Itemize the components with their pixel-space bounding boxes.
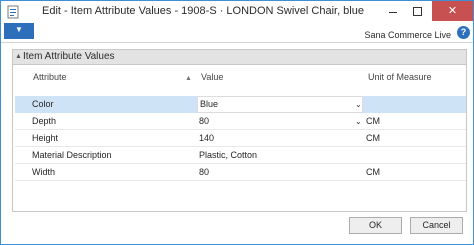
unit-cell: CM bbox=[366, 133, 380, 143]
close-icon: ✕ bbox=[447, 5, 458, 17]
unit-cell: CM bbox=[366, 116, 380, 126]
title-bar[interactable]: Edit - Item Attribute Values - 1908-S · … bbox=[1, 1, 473, 23]
table-row[interactable]: Color Blue ⌄ bbox=[15, 96, 466, 113]
attribute-cell: Depth bbox=[32, 116, 57, 126]
section-header[interactable]: ▲ Item Attribute Values bbox=[13, 50, 466, 65]
attribute-cell: Width bbox=[32, 167, 56, 177]
cancel-button[interactable]: Cancel bbox=[410, 217, 463, 234]
value-cell[interactable]: 80 bbox=[199, 116, 209, 126]
table-row[interactable]: Material Description Plastic, Cotton bbox=[15, 147, 466, 164]
value-cell[interactable]: 140 bbox=[199, 133, 214, 143]
dialog-window: Edit - Item Attribute Values - 1908-S · … bbox=[0, 0, 474, 245]
column-header-attribute[interactable]: Attribute bbox=[33, 72, 67, 82]
minimize-button[interactable] bbox=[382, 3, 404, 19]
value-field[interactable]: Blue bbox=[197, 96, 363, 113]
table-row[interactable]: Depth 80 ⌄ CM bbox=[15, 113, 466, 130]
collapse-caret-icon: ▲ bbox=[15, 53, 22, 60]
window-title: Edit - Item Attribute Values - 1908-S · … bbox=[42, 5, 364, 17]
value-cell: Blue bbox=[200, 99, 219, 109]
ribbon-bar: ▼ Sana Commerce Live ? bbox=[1, 23, 473, 43]
column-header-unit[interactable]: Unit of Measure bbox=[368, 72, 432, 82]
company-name: Sana Commerce Live bbox=[364, 30, 451, 40]
page-icon bbox=[7, 5, 19, 19]
column-header-value[interactable]: Value bbox=[201, 72, 223, 82]
chevron-down-icon: ▼ bbox=[15, 25, 23, 34]
attribute-cell: Height bbox=[32, 133, 59, 143]
sort-ascending-icon: ▲ bbox=[185, 75, 192, 82]
item-attribute-values-section: ▲ Item Attribute Values Attribute ▲ Valu… bbox=[12, 49, 467, 212]
value-cell[interactable]: Plastic, Cotton bbox=[199, 150, 257, 160]
ok-button[interactable]: OK bbox=[349, 217, 402, 234]
value-cell[interactable]: 80 bbox=[199, 167, 209, 177]
application-menu-button[interactable]: ▼ bbox=[4, 23, 34, 39]
dropdown-arrow-icon[interactable]: ⌄ bbox=[355, 117, 362, 126]
section-title: Item Attribute Values bbox=[23, 51, 115, 62]
table-row[interactable]: Width 80 CM bbox=[15, 164, 466, 181]
help-icon[interactable]: ? bbox=[457, 26, 470, 39]
attribute-cell: Color bbox=[32, 99, 54, 109]
unit-cell: CM bbox=[366, 167, 380, 177]
maximize-button[interactable] bbox=[406, 3, 428, 19]
close-button[interactable]: ✕ bbox=[432, 1, 473, 21]
dropdown-arrow-icon[interactable]: ⌄ bbox=[355, 100, 362, 109]
table-row[interactable]: Height 140 CM bbox=[15, 130, 466, 147]
attribute-cell: Material Description bbox=[32, 150, 112, 160]
